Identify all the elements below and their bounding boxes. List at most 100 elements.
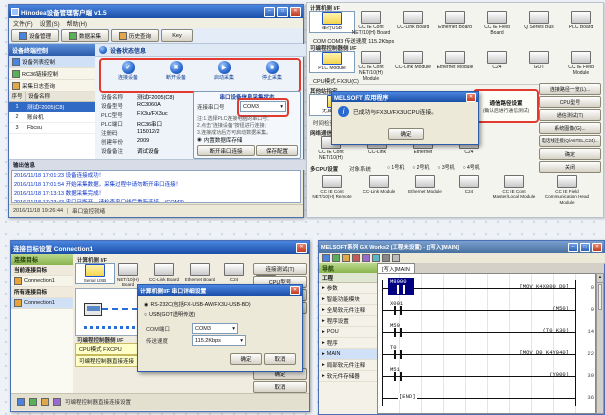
cd-ethernet-board[interactable]: Ethernet Board	[183, 263, 217, 282]
devices-icon	[19, 32, 27, 40]
tree-item-main[interactable]: ▸MAIN	[319, 349, 377, 360]
close-icon[interactable]: ✕	[592, 243, 602, 252]
tree-item-program-setting[interactable]: ▸程序设置	[319, 316, 377, 327]
phone-line-button[interactable]: 电话线连接(Q/A6TEL,C24)...	[539, 135, 601, 147]
start-collect-button[interactable]: ▶ 启动采集	[203, 61, 245, 81]
table-row[interactable]: 2 账台机	[9, 112, 95, 123]
sidebar-item-device-list[interactable]: 设备列表控制	[9, 56, 95, 68]
cpu2-radio[interactable]: ○ 2号机	[412, 164, 429, 171]
serial-cancel-button[interactable]: 取消	[264, 353, 296, 365]
cd-c24[interactable]: C24	[219, 263, 249, 282]
cpu4-radio[interactable]: ○ 4号机	[463, 164, 480, 171]
plc-option-cciefield-module[interactable]: CC IE Field Module	[561, 51, 601, 77]
ok-button[interactable]: 确定	[539, 148, 601, 160]
disconnect-device-button[interactable]: ✖ 断开设备	[155, 61, 197, 81]
close-icon[interactable]: ✕	[466, 93, 476, 102]
toolbar-icon[interactable]	[322, 254, 330, 262]
cd-serial-usb[interactable]: Serial USB	[75, 263, 115, 284]
toolbar-icon[interactable]	[362, 254, 370, 262]
cd-cancel-button[interactable]: 取消	[253, 381, 307, 393]
toolbar-collect-button[interactable]: 数据采集	[61, 29, 109, 42]
nav-connection1[interactable]: Connection1	[11, 276, 73, 287]
scroll-up-icon[interactable]: ▲	[597, 274, 603, 283]
minimize-icon[interactable]: –	[264, 7, 275, 17]
minimize-icon[interactable]: –	[568, 243, 578, 252]
toolbar-devices-button[interactable]: 设备管理	[11, 29, 59, 42]
table-row[interactable]: 1 测试F2005(C8)	[9, 102, 95, 112]
toolbar-history-button[interactable]: 历史查询	[111, 29, 159, 42]
if-option-cciefield-board[interactable]: CC IE Field Board	[477, 11, 517, 37]
toolbar-icon[interactable]	[342, 254, 350, 262]
toolbar-icon[interactable]	[382, 254, 390, 262]
tab-device-status[interactable]: 设备状态信息	[95, 44, 311, 57]
sidebar-item-log-query[interactable]: 采集日志查询	[9, 80, 95, 92]
toolbar-key-button[interactable]: Key	[161, 29, 193, 42]
ladder-cursor[interactable]: M8000	[388, 278, 414, 295]
bottom-ccie-remote[interactable]: CC IE Cont NET/10(H) Remote	[309, 175, 355, 200]
plc-option-got[interactable]: GOT	[519, 51, 559, 71]
connection-list-button[interactable]: 连接路径一览(L)...	[539, 83, 601, 95]
maximize-icon[interactable]: □	[277, 7, 288, 17]
tree-item-local-comment[interactable]: ▸局部软元件注释	[319, 360, 377, 371]
tab-main[interactable]: [写入]MAIN	[377, 263, 415, 273]
comm-test-button[interactable]: 通信测试(T)	[539, 109, 601, 121]
menu-file[interactable]: 文件(F)	[13, 19, 33, 28]
close-button[interactable]: 关闭	[539, 161, 601, 173]
system-image-button[interactable]: 系统图像(G)...	[539, 122, 601, 134]
if-option-plc-board[interactable]: PLC Board	[561, 11, 601, 31]
stop-collect-button[interactable]: ■ 停止采集	[251, 61, 293, 81]
plc-option-cclink-module[interactable]: CC-Link Module	[393, 51, 433, 71]
plc-option-c24[interactable]: C24	[477, 51, 517, 71]
nav-connection1-all[interactable]: Connection1	[11, 298, 73, 309]
table-row[interactable]: 3 Fbcsu	[9, 123, 95, 134]
menu-help[interactable]: 帮助(H)	[67, 19, 87, 28]
if-option-ccie-board[interactable]: CC IE Cont NET/10(H) Board	[351, 11, 391, 37]
tree-item-device-memory[interactable]: ▸软元件存储器	[319, 371, 377, 382]
if-option-qbus[interactable]: Q Series Bus	[519, 11, 559, 31]
cpu-type-button[interactable]: CPU型号	[539, 96, 601, 108]
bottom-cclink-module[interactable]: CC-Link Module	[357, 175, 401, 194]
plc-option-plc-module[interactable]: PLC Module	[309, 51, 355, 73]
cpu3-radio[interactable]: ○ 3号机	[437, 164, 454, 171]
scroll-thumb[interactable]	[598, 284, 602, 310]
cd-cclink-board[interactable]: CC-Link Board	[147, 263, 181, 282]
plc-option-ethernet-module[interactable]: Ethernet Module	[435, 51, 475, 71]
tree-item-parameter[interactable]: ▸参数	[319, 283, 377, 294]
com-select[interactable]: COM3▾	[192, 323, 238, 334]
tree-item-intelligent[interactable]: ▸智能功能模块	[319, 294, 377, 305]
toolbar-icon[interactable]	[332, 254, 340, 262]
toolbar-icon[interactable]	[392, 254, 400, 262]
connect-device-button[interactable]: ✔ 连接设备	[107, 61, 149, 81]
usb-got-radio[interactable]: ○USB(GOT透明传送)	[144, 311, 195, 318]
bottom-c24[interactable]: C24	[449, 175, 489, 194]
disconnect-serial-button[interactable]: 断开串口连接	[197, 145, 255, 156]
rs232c-radio[interactable]: ◉RS-232C(包括FX-USB-AW/FX3U-USB-BD)	[144, 301, 251, 308]
tree-item-global-comment[interactable]: ▸全局软元件注释	[319, 305, 377, 316]
store-radio[interactable]: ◉ 内置数据库存储	[197, 136, 242, 144]
serial-ok-button[interactable]: 确定	[230, 353, 262, 365]
tree-item-pou[interactable]: ▸POU	[319, 327, 377, 338]
toolbar-icon[interactable]	[372, 254, 380, 262]
speed-select[interactable]: 115.2Kbps▾	[192, 335, 246, 346]
toolbar-icon[interactable]	[352, 254, 360, 262]
tree-item-program[interactable]: ▸程序	[319, 338, 377, 349]
if-option-cclink-board[interactable]: CC-Link Board	[393, 11, 433, 31]
maximize-icon[interactable]: □	[580, 243, 590, 252]
close-icon[interactable]: ✕	[290, 7, 301, 17]
bottom-ethernet-module[interactable]: Ethernet Module	[403, 175, 447, 194]
log-output[interactable]: 2016/11/18 17:01:23 设备连接成功！ 2016/11/18 1…	[11, 170, 301, 203]
save-config-button[interactable]: 保存配置	[256, 145, 298, 156]
sidebar-item-rc36-link[interactable]: RC36链接控制	[9, 68, 95, 80]
vertical-scrollbar[interactable]: ▲	[596, 273, 604, 414]
close-icon[interactable]: ✕	[290, 286, 300, 295]
bottom-comm-head[interactable]: CC IE Field Communication Head Module	[539, 175, 595, 205]
cd-comm-test-button[interactable]: 连接测试(T)	[253, 263, 307, 275]
bottom-ccie-master[interactable]: CC IE Cont Master/Local Module	[491, 175, 537, 200]
menu-settings[interactable]: 设置(S)	[40, 19, 60, 28]
if-option-ethernet-board[interactable]: Ethernet Board	[435, 11, 475, 31]
close-icon[interactable]: ✕	[296, 243, 307, 253]
dialog-ok-button[interactable]: 确定	[388, 128, 424, 140]
status-icon	[99, 46, 107, 54]
if-option-serial-usb[interactable]: 串行USB	[309, 11, 355, 33]
cpu1-radio[interactable]: ○ 1号机	[387, 164, 404, 171]
